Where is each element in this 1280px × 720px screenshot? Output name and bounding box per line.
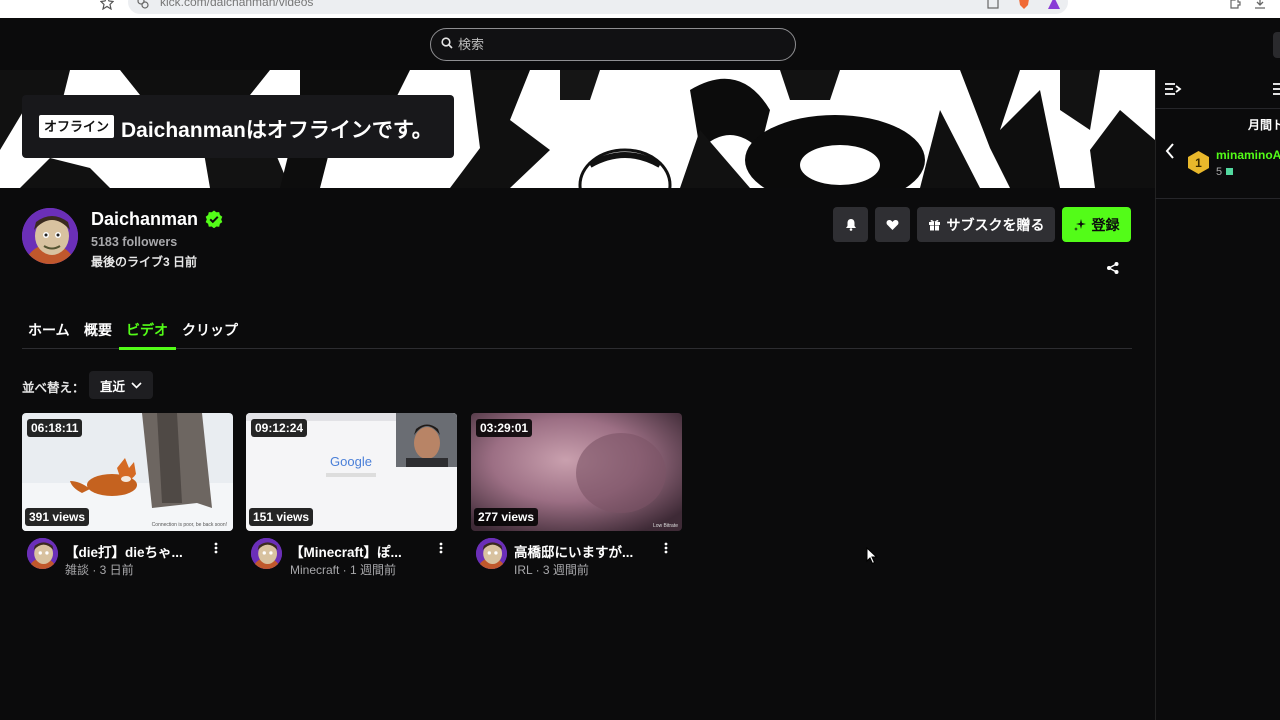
search-icon [441, 37, 453, 49]
tab-home[interactable]: ホーム [28, 320, 70, 340]
subscribe-button[interactable]: 登録 [1062, 207, 1131, 242]
bell-icon [845, 219, 856, 231]
share-icon[interactable] [1106, 261, 1120, 275]
video-thumbnail[interactable]: Low Bitrate 03:29:01 277 views [471, 413, 682, 531]
brave-rewards-icon[interactable] [1047, 0, 1061, 10]
more-options-icon[interactable] [437, 541, 445, 555]
video-duration: 09:12:24 [251, 419, 308, 437]
brave-shield-icon[interactable] [1017, 0, 1031, 10]
leaderboard-title: 月間ト [1248, 118, 1280, 132]
sort-dropdown[interactable]: 直近 [89, 371, 153, 399]
video-channel-avatar[interactable] [251, 538, 282, 569]
video-duration: 06:18:11 [27, 419, 83, 437]
video-title[interactable]: 【Minecraft】ぽ... [290, 541, 430, 561]
more-options-icon[interactable] [212, 541, 220, 555]
download-icon[interactable] [1253, 0, 1267, 10]
notification-button[interactable] [833, 207, 868, 242]
user-menu-button[interactable] [1273, 32, 1280, 58]
video-views: 391 views [25, 508, 90, 526]
site-info-icon[interactable] [136, 0, 150, 10]
chat-settings-icon[interactable] [1272, 82, 1280, 96]
more-options-icon[interactable] [662, 541, 670, 555]
mouse-cursor-icon [866, 547, 878, 565]
video-views: 151 views [249, 508, 314, 526]
gift-subscription-button[interactable]: サブスクを贈る [917, 207, 1055, 242]
extensions-icon[interactable] [1228, 0, 1242, 10]
tab-divider [22, 348, 1132, 349]
leaderboard-count: 5 [1216, 166, 1234, 178]
thumbnail-caption: Connection is poor, be back soon! [152, 522, 227, 528]
video-channel-avatar[interactable] [27, 538, 58, 569]
search-input[interactable] [458, 35, 778, 53]
active-tab-indicator [119, 347, 176, 350]
url-text: kick.com/daichanman/videos [160, 0, 314, 9]
avatar-image [22, 208, 78, 264]
channel-name: Daichanman [91, 209, 199, 229]
gift-button-label: サブスクを贈る [946, 216, 1045, 233]
sort-value: 直近 [100, 379, 126, 394]
followers-count: 5183 followers [91, 235, 178, 249]
video-title[interactable]: 【die打】dieちゃ... [65, 541, 205, 561]
avatar-image [27, 538, 58, 569]
rank-number: 1 [1195, 156, 1202, 170]
video-thumbnail[interactable]: Google 09:12:24 151 views [246, 413, 457, 531]
leaderboard-count-value: 5 [1216, 166, 1223, 178]
tab-about[interactable]: 概要 [84, 320, 112, 340]
leaderboard-user-name[interactable]: minaminoA [1216, 148, 1280, 162]
sparkle-icon [1073, 219, 1086, 231]
tab-clips[interactable]: クリップ [182, 320, 238, 340]
thumbnail-caption: Low Bitrate [653, 523, 678, 529]
collapse-chat-icon[interactable] [1164, 82, 1182, 96]
gift-sub-icon [1226, 168, 1234, 175]
bookmark-icon[interactable] [100, 0, 114, 10]
chevron-down-icon [131, 381, 142, 389]
install-app-icon[interactable] [986, 0, 1000, 10]
channel-avatar[interactable] [22, 208, 78, 264]
follow-button[interactable] [875, 207, 910, 242]
video-meta: Minecraft · 1 週間前 [290, 563, 397, 577]
heart-icon [886, 219, 899, 230]
tab-videos[interactable]: ビデオ [126, 320, 168, 340]
google-logo-text: Google [330, 454, 372, 469]
avatar-image [476, 538, 507, 569]
video-title[interactable]: 高橋邸にいますが... [514, 541, 654, 561]
last-live: 最後のライブ3 日前 [91, 255, 198, 269]
sort-label: 並べ替え： [22, 381, 85, 395]
video-duration: 03:29:01 [476, 419, 533, 437]
offline-message: Daichanmanはオフラインです。 [121, 119, 433, 142]
video-channel-avatar[interactable] [476, 538, 507, 569]
subscribe-button-label: 登録 [1091, 216, 1120, 233]
leaderboard-divider [1155, 198, 1280, 199]
verified-icon [205, 210, 223, 228]
video-meta: 雑談 · 3 日前 [65, 563, 134, 577]
video-views: 277 views [474, 508, 539, 526]
offline-badge: オフライン [39, 115, 115, 138]
avatar-image [251, 538, 282, 569]
chevron-left-icon[interactable] [1164, 142, 1176, 160]
chat-divider [1155, 108, 1280, 109]
rank-badge-icon: 1 [1188, 151, 1209, 174]
video-meta: IRL · 3 週間前 [514, 563, 589, 577]
video-thumbnail[interactable]: Connection is poor, be back soon! 06:18:… [22, 413, 233, 531]
gift-icon [928, 219, 940, 231]
